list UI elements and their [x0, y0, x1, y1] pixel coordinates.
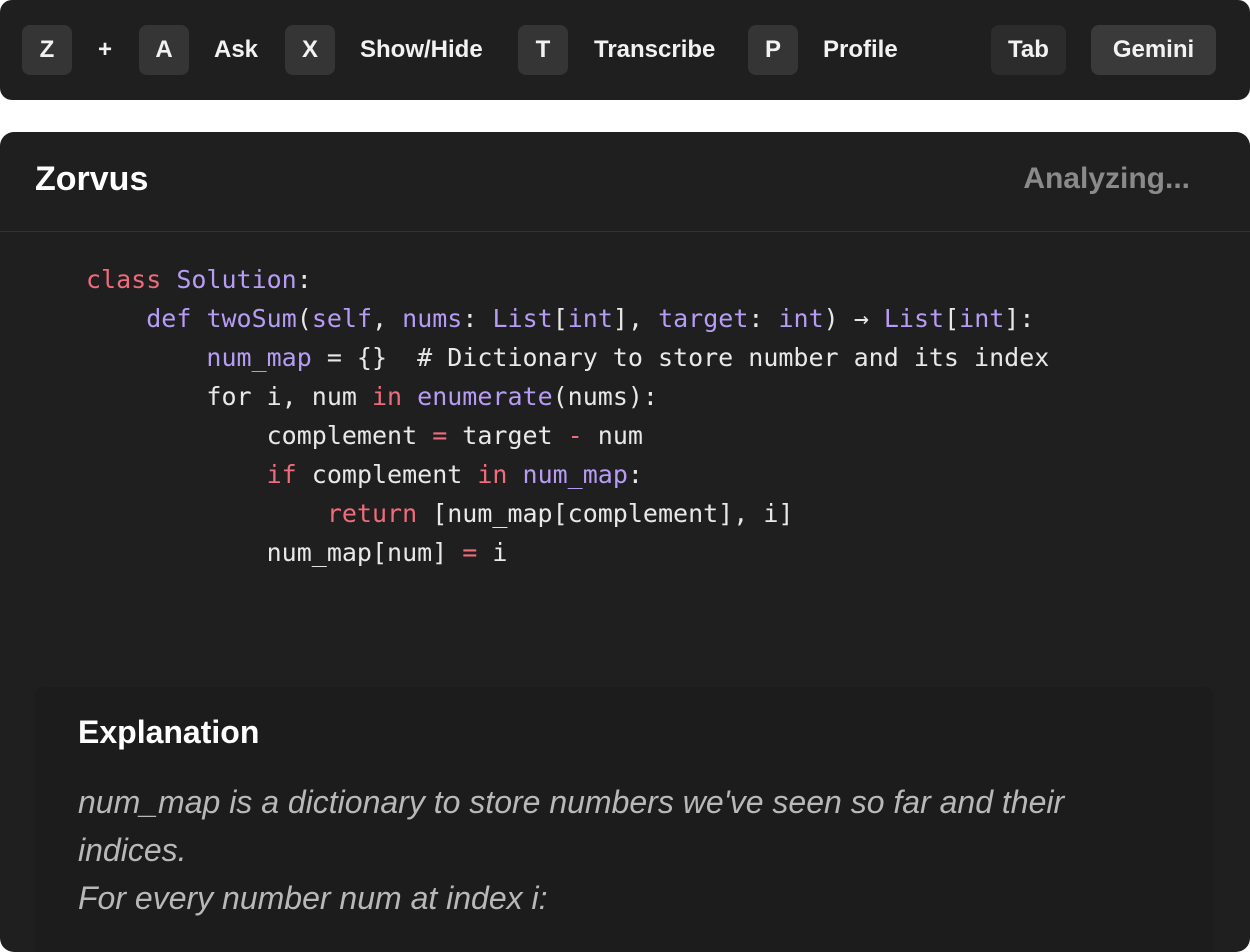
code-token: [	[552, 304, 568, 333]
code-line: for i, num in enumerate(nums):	[86, 377, 1049, 416]
code-token: int	[959, 304, 1005, 333]
code-token: = {} # Dictionary to store number and it…	[311, 343, 1050, 372]
transcribe-key[interactable]: T	[518, 25, 568, 75]
code-token: for i, num	[86, 382, 372, 411]
code-token: ]:	[1004, 304, 1035, 333]
code-token: ,	[372, 304, 403, 333]
explanation-text: num_map is a dictionary to store numbers…	[78, 778, 1198, 922]
explanation-line: indices.	[78, 832, 187, 868]
code-token: def	[146, 304, 192, 333]
code-line: num_map = {} # Dictionary to store numbe…	[86, 338, 1049, 377]
profile-key[interactable]: P	[748, 25, 798, 75]
ask-label[interactable]: Ask	[214, 25, 258, 75]
code-token: ],	[612, 304, 659, 333]
code-token: twoSum	[206, 304, 297, 333]
explanation-title: Explanation	[78, 714, 260, 750]
code-token: in	[477, 460, 508, 489]
code-token: :	[748, 304, 779, 333]
code-token: :	[627, 460, 643, 489]
code-token: ) →	[823, 304, 884, 333]
toolbar: Z + A Ask X Show/Hide T Transcribe P Pro…	[0, 0, 1250, 100]
code-token: =	[432, 421, 448, 450]
response-panel: Zorvus Analyzing... class Solution: def …	[0, 132, 1250, 952]
status-text: Analyzing...	[1023, 162, 1190, 195]
code-token: List	[883, 304, 945, 333]
code-token: :	[462, 304, 493, 333]
code-block: class Solution: def twoSum(self, nums: L…	[86, 260, 1049, 572]
code-token: (	[296, 304, 312, 333]
code-token: List	[492, 304, 553, 333]
profile-label[interactable]: Profile	[823, 25, 898, 75]
z-key[interactable]: Z	[22, 25, 72, 75]
model-button[interactable]: Gemini	[1091, 25, 1216, 75]
code-token: enumerate	[417, 382, 553, 411]
code-token: num	[582, 421, 643, 450]
code-token: self	[311, 304, 373, 333]
code-token: if	[266, 460, 297, 489]
code-token: int	[567, 304, 613, 333]
code-token: [	[944, 304, 960, 333]
showhide-key[interactable]: X	[285, 25, 335, 75]
code-token: complement	[296, 460, 478, 489]
code-token: target	[658, 304, 749, 333]
app-title: Zorvus	[35, 160, 149, 198]
explanation-line: For every number num at index i:	[78, 880, 548, 916]
code-token: :	[296, 265, 312, 294]
code-token: -	[567, 421, 583, 450]
ask-key[interactable]: A	[139, 25, 189, 75]
code-token: =	[462, 538, 478, 567]
code-line: complement = target - num	[86, 416, 1049, 455]
code-token: target	[447, 421, 568, 450]
showhide-label[interactable]: Show/Hide	[360, 25, 483, 75]
code-token: nums	[402, 304, 463, 333]
tab-button[interactable]: Tab	[991, 25, 1066, 75]
plus-sign: +	[98, 36, 113, 63]
code-token: num_map	[206, 343, 312, 372]
panel-header: Zorvus Analyzing...	[0, 132, 1250, 232]
code-token: (nums):	[552, 382, 658, 411]
code-token: return	[326, 499, 418, 528]
explanation-line: num_map is a dictionary to store numbers…	[78, 784, 1065, 820]
code-token: num_map[num]	[86, 538, 463, 567]
code-token: complement	[86, 421, 433, 450]
code-line: return [num_map[complement], i]	[86, 494, 1049, 533]
code-token: num_map	[522, 460, 628, 489]
code-line: def twoSum(self, nums: List[int], target…	[86, 299, 1049, 338]
code-token: Solution	[176, 265, 297, 294]
code-line: num_map[num] = i	[86, 533, 1049, 572]
transcribe-label[interactable]: Transcribe	[594, 25, 715, 75]
code-token: class	[86, 265, 162, 294]
code-line: class Solution:	[86, 260, 1049, 299]
code-token: [num_map[complement], i]	[417, 499, 794, 528]
code-token: in	[371, 382, 403, 411]
code-token: i	[477, 538, 508, 567]
code-line: if complement in num_map:	[86, 455, 1049, 494]
code-token: int	[778, 304, 824, 333]
